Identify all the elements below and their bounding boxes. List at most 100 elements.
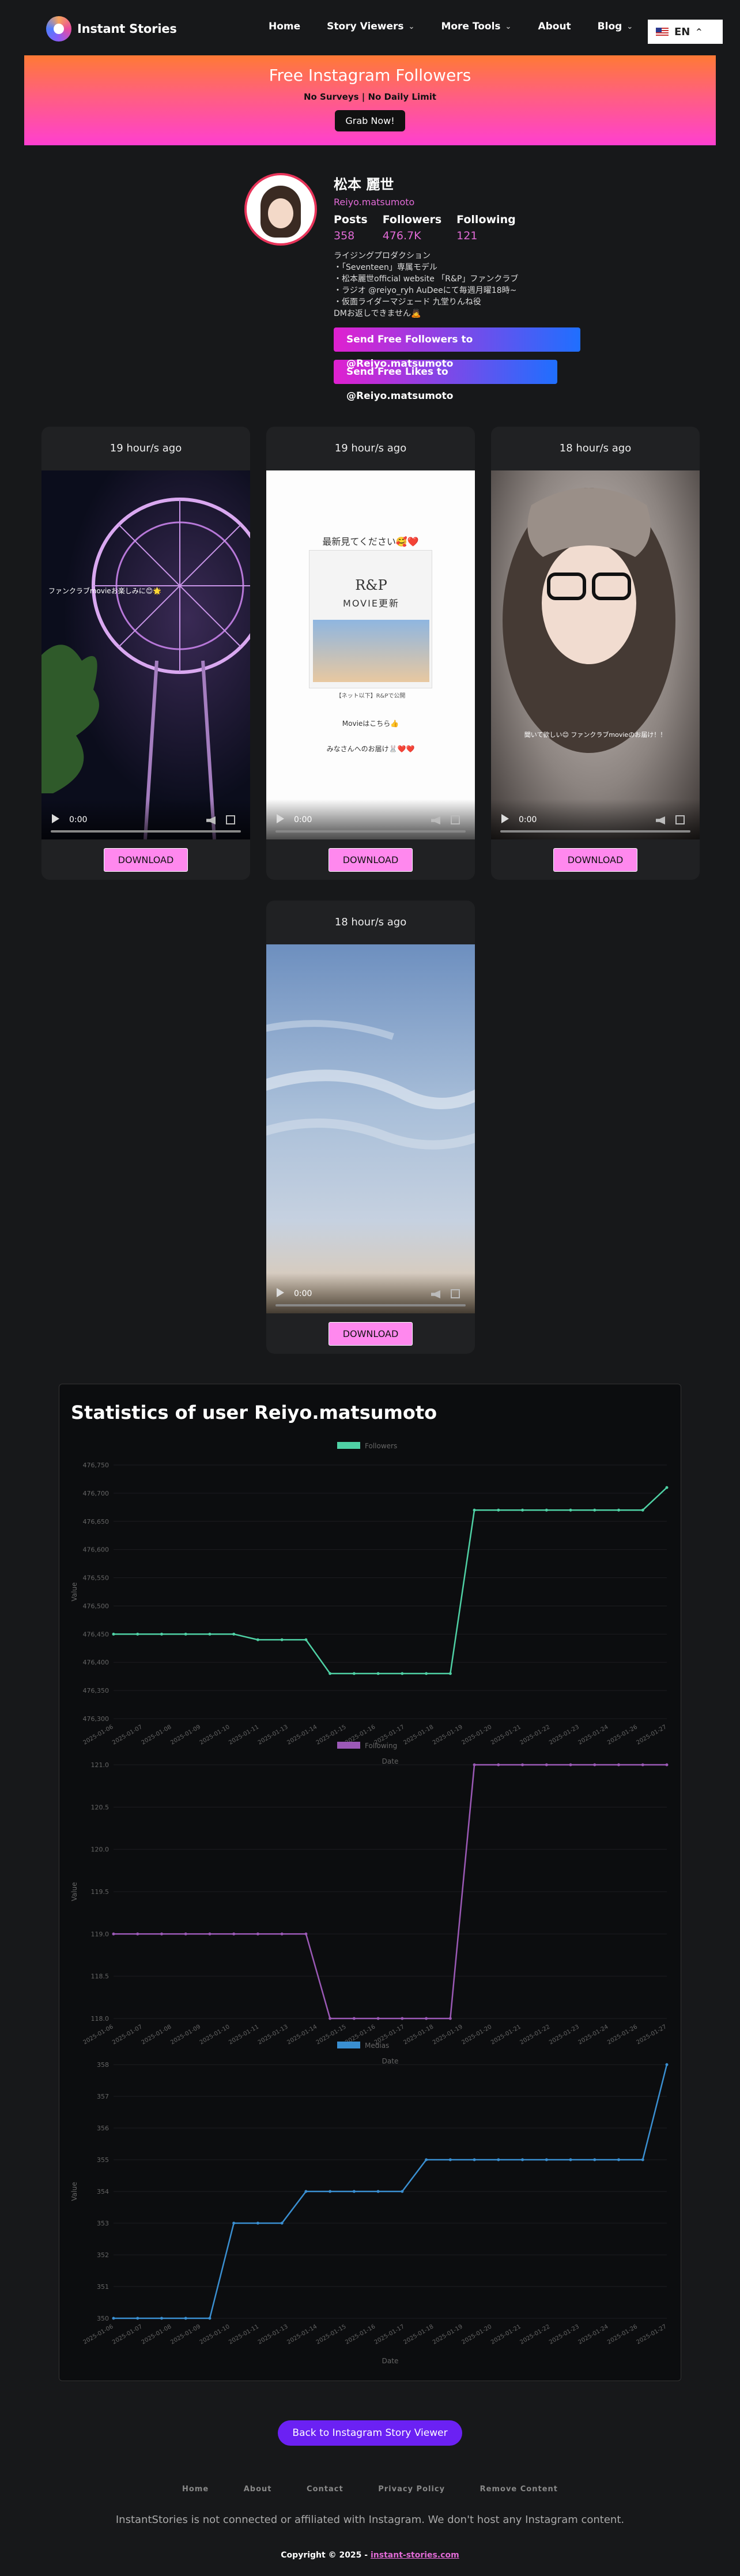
volume-icon[interactable] — [431, 1290, 440, 1298]
data-point — [376, 2190, 380, 2193]
grab-now-button[interactable]: Grab Now! — [335, 110, 405, 131]
send-likes-button[interactable]: Send Free Likes to @Reiyo.matsumoto — [334, 360, 557, 402]
send-followers-button[interactable]: Send Free Followers to @Reiyo.matsumoto — [334, 327, 580, 370]
nav-story-viewers[interactable]: Story Viewers ⌄ — [327, 21, 414, 32]
volume-icon[interactable] — [656, 816, 665, 824]
data-point — [136, 2317, 139, 2320]
fullscreen-icon[interactable] — [675, 815, 685, 824]
video-progress-bar[interactable] — [275, 1304, 466, 1306]
video-controls: 0:00 — [41, 799, 250, 839]
nav-about[interactable]: About — [538, 21, 571, 32]
play-icon[interactable] — [277, 1288, 284, 1297]
site-link[interactable]: instant-stories.com — [371, 2551, 459, 2560]
story-caption: ファンクラブmovieお楽しみに😊🌟 — [48, 587, 162, 595]
play-icon[interactable] — [277, 814, 284, 823]
x-tick-label: 2025-01-22 — [519, 2323, 552, 2346]
footer-link-contact[interactable]: Contact — [307, 2485, 343, 2494]
avatar — [244, 173, 317, 246]
video-controls: 0:00 — [266, 799, 475, 839]
download-button[interactable]: DOWNLOAD — [553, 848, 638, 872]
data-point — [569, 2158, 572, 2161]
nav-more-tools[interactable]: More Tools ⌄ — [441, 21, 511, 32]
data-point — [184, 1632, 187, 1636]
preview-photo — [313, 620, 429, 682]
y-tick-label: 118.5 — [91, 1973, 110, 1980]
x-tick-label: 2025-01-27 — [636, 2024, 668, 2046]
nav-blog[interactable]: Blog ⌄ — [598, 21, 633, 32]
chevron-down-icon: ⌄ — [408, 22, 415, 31]
x-tick-label: 2025-01-20 — [461, 2024, 493, 2046]
story-caption: 聞いて欲しい😊 ファンクラブmovieのお届け！！ — [524, 731, 667, 739]
preview-subtitle: MOVIE更新 — [343, 598, 399, 609]
footer-link-remove-content[interactable]: Remove Content — [480, 2485, 558, 2494]
y-tick-label: 121.0 — [91, 1761, 110, 1769]
x-tick-label: 2025-01-13 — [257, 2024, 289, 2046]
data-point — [545, 2158, 548, 2161]
x-tick-label: 2025-01-20 — [461, 1724, 493, 1746]
legend-label: Following — [365, 1742, 397, 1750]
fullscreen-icon[interactable] — [451, 1289, 460, 1298]
profile-name: 松本 麗世 — [334, 176, 394, 193]
data-point — [401, 2017, 404, 2020]
x-tick-label: 2025-01-26 — [606, 1724, 639, 1746]
x-tick-label: 2025-01-13 — [257, 1724, 289, 1746]
posts-count: 358 — [334, 229, 355, 242]
story-video[interactable]: ファンクラブmovieお楽しみに😊🌟 0:00 — [41, 470, 250, 839]
x-tick-label: 2025-01-13 — [257, 2323, 289, 2346]
data-point — [376, 1672, 380, 1675]
data-point — [232, 1632, 236, 1636]
x-tick-label: 2025-01-20 — [461, 2323, 493, 2346]
story-note: 【ネット以下】R&Pで公開 — [335, 693, 406, 699]
y-tick-label: 476,650 — [83, 1518, 110, 1526]
y-tick-label: 356 — [97, 2125, 109, 2132]
play-icon[interactable] — [501, 814, 509, 823]
y-axis-label: Value — [70, 1583, 78, 1602]
movie-link[interactable]: Movieはこちら👍 — [289, 718, 452, 728]
video-progress-bar[interactable] — [275, 830, 466, 833]
volume-icon[interactable] — [431, 816, 440, 824]
data-point — [569, 1508, 572, 1512]
footer-link-about[interactable]: About — [244, 2485, 272, 2494]
data-point — [521, 1508, 524, 1512]
back-to-viewer-button[interactable]: Back to Instagram Story Viewer — [278, 2420, 462, 2446]
legend-label: Medias — [365, 2042, 389, 2050]
language-selector[interactable]: EN ^ — [648, 20, 723, 44]
x-tick-label: 2025-01-08 — [141, 1724, 173, 1746]
story-video[interactable]: 0:00 — [266, 944, 475, 1313]
y-tick-label: 119.5 — [91, 1888, 110, 1896]
y-tick-label: 476,600 — [83, 1546, 110, 1554]
download-button[interactable]: DOWNLOAD — [328, 1321, 413, 1346]
data-point — [136, 1632, 139, 1636]
play-icon[interactable] — [52, 814, 59, 823]
y-tick-label: 352 — [97, 2251, 109, 2259]
y-tick-label: 350 — [97, 2315, 109, 2322]
story-video[interactable]: 最新見てください🥰❤️ R&P MOVIE更新 【ネット以下】R&Pで公開 Mo… — [266, 470, 475, 839]
data-point — [448, 2017, 452, 2020]
data-point — [208, 1632, 212, 1636]
legend-swatch — [337, 2042, 360, 2048]
download-button[interactable]: DOWNLOAD — [328, 848, 413, 872]
nav-about-label: About — [538, 21, 571, 32]
story-card: 18 hour/s ago 0:00 DOWNLOAD — [266, 901, 475, 1354]
volume-icon[interactable] — [206, 816, 216, 824]
story-video[interactable]: 聞いて欲しい😊 ファンクラブmovieのお届け！！ 0:00 — [491, 470, 700, 839]
data-point — [352, 2190, 356, 2193]
x-tick-label: 2025-01-14 — [286, 2024, 318, 2046]
footer-link-home[interactable]: Home — [182, 2485, 209, 2494]
video-progress-bar[interactable] — [500, 830, 690, 833]
followers-label: Followers — [382, 213, 442, 226]
x-tick-label: 2025-01-24 — [577, 1724, 610, 1746]
nav-home[interactable]: Home — [269, 21, 300, 32]
video-progress-bar[interactable] — [51, 830, 241, 833]
footer-link-privacy[interactable]: Privacy Policy — [378, 2485, 445, 2494]
story-time: 18 hour/s ago — [334, 916, 407, 928]
data-point — [617, 1508, 621, 1512]
video-controls: 0:00 — [491, 799, 700, 839]
fullscreen-icon[interactable] — [226, 815, 235, 824]
x-axis-label: Date — [382, 2357, 399, 2365]
download-button[interactable]: DOWNLOAD — [103, 848, 188, 872]
brand-logo[interactable]: Instant Stories — [46, 16, 177, 42]
x-tick-label: 2025-01-24 — [577, 2024, 610, 2046]
x-tick-label: 2025-01-08 — [141, 2323, 173, 2346]
fullscreen-icon[interactable] — [451, 815, 460, 824]
